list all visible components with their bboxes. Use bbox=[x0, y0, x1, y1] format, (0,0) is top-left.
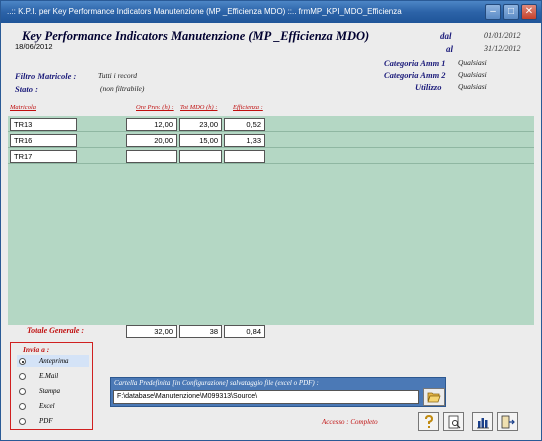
option-label: Stampa bbox=[39, 387, 60, 395]
maximize-button[interactable]: □ bbox=[503, 4, 519, 20]
filtro-matricole-label: Filtro Matricole : bbox=[15, 71, 77, 81]
bar-chart-icon bbox=[476, 417, 489, 428]
option-label: PDF bbox=[39, 417, 53, 425]
window-controls: – □ ✕ bbox=[485, 4, 537, 20]
open-folder-icon bbox=[427, 392, 441, 403]
table-row[interactable]: TR17 bbox=[8, 148, 534, 164]
table-row[interactable]: TR13 12,00 23,00 0,52 bbox=[8, 116, 534, 132]
title-bar: ..:: K.P.I. per Key Performance Indicato… bbox=[1, 1, 541, 23]
utilizzo-value: Qualsiasi bbox=[458, 82, 487, 91]
exit-button[interactable] bbox=[497, 412, 518, 431]
ore-prev-cell[interactable] bbox=[126, 150, 177, 163]
question-icon bbox=[424, 414, 433, 428]
totale-efficienza: 0,84 bbox=[224, 325, 265, 338]
column-header-ore-prev: Ore Prev. (h) : bbox=[136, 104, 174, 111]
preview-button[interactable] bbox=[443, 412, 464, 431]
radio-email[interactable] bbox=[19, 373, 26, 380]
categoria1-label: Categoria Amm 1 bbox=[384, 58, 446, 68]
option-excel[interactable]: Excel bbox=[17, 400, 89, 412]
categoria2-label: Categoria Amm 2 bbox=[384, 70, 446, 80]
ore-prev-cell[interactable]: 20,00 bbox=[126, 134, 177, 147]
app-window: ..:: K.P.I. per Key Performance Indicato… bbox=[0, 0, 542, 441]
ore-prev-cell[interactable]: 12,00 bbox=[126, 118, 177, 131]
radio-anteprima[interactable] bbox=[19, 358, 26, 365]
window-title: ..:: K.P.I. per Key Performance Indicato… bbox=[7, 7, 402, 16]
exit-door-icon bbox=[501, 415, 515, 428]
tot-mdo-cell[interactable]: 23,00 bbox=[179, 118, 222, 131]
option-label: E.Mail bbox=[39, 372, 59, 380]
stato-label: Stato : bbox=[15, 84, 38, 94]
matricola-cell[interactable]: TR13 bbox=[10, 118, 77, 131]
al-label: al bbox=[446, 44, 454, 54]
option-pdf[interactable]: PDF bbox=[17, 415, 89, 427]
matricola-cell[interactable]: TR17 bbox=[10, 150, 77, 163]
cartella-path-field[interactable]: F:\database\Manutenzione\M099313\Source\ bbox=[113, 390, 419, 404]
option-anteprima[interactable]: Anteprima bbox=[17, 355, 89, 367]
radio-stampa[interactable] bbox=[19, 388, 26, 395]
option-email[interactable]: E.Mail bbox=[17, 370, 89, 382]
efficienza-cell[interactable] bbox=[224, 150, 265, 163]
form-body: Key Performance Indicators Manutenzione … bbox=[3, 23, 539, 440]
accesso-status: Accesso : Completo bbox=[322, 418, 378, 426]
close-button[interactable]: ✕ bbox=[521, 4, 537, 20]
tot-mdo-cell[interactable]: 15,00 bbox=[179, 134, 222, 147]
column-header-efficienza: Efficienza : bbox=[233, 104, 263, 111]
matricola-cell[interactable]: TR16 bbox=[10, 134, 77, 147]
invia-a-title: Invia a : bbox=[23, 345, 50, 354]
cartella-predefinita-panel: Cartella Predefinita [in Configurazione]… bbox=[110, 377, 446, 407]
option-label: Anteprima bbox=[39, 357, 69, 365]
categoria1-value: Qualsiasi bbox=[458, 58, 487, 67]
minimize-button[interactable]: – bbox=[485, 4, 501, 20]
cartella-label: Cartella Predefinita [in Configurazione]… bbox=[114, 379, 319, 387]
print-preview-icon bbox=[448, 415, 460, 428]
option-label: Excel bbox=[39, 402, 55, 410]
chart-button[interactable] bbox=[472, 412, 493, 431]
categoria2-value: Qualsiasi bbox=[458, 70, 487, 79]
page-title: Key Performance Indicators Manutenzione … bbox=[22, 29, 370, 43]
records-grid[interactable]: TR13 12,00 23,00 0,52 TR16 20,00 15,00 1… bbox=[8, 116, 534, 325]
help-button[interactable] bbox=[418, 412, 439, 431]
dal-label: dal bbox=[440, 31, 452, 41]
tot-mdo-cell[interactable] bbox=[179, 150, 222, 163]
utilizzo-label: Utilizzo bbox=[415, 82, 442, 92]
dal-date: 01/01/2012 bbox=[484, 31, 521, 40]
invia-a-group: Invia a : Anteprima E.Mail Stampa Excel … bbox=[10, 342, 93, 430]
al-date: 31/12/2012 bbox=[484, 44, 521, 53]
table-row[interactable]: TR16 20,00 15,00 1,33 bbox=[8, 132, 534, 148]
efficienza-cell[interactable]: 0,52 bbox=[224, 118, 265, 131]
efficienza-cell[interactable]: 1,33 bbox=[224, 134, 265, 147]
radio-pdf[interactable] bbox=[19, 418, 26, 425]
column-header-tot-mdo: Tot MDO (h) : bbox=[180, 104, 218, 111]
stato-value: (non filtrabile) bbox=[100, 84, 145, 93]
report-date: 18/06/2012 bbox=[15, 42, 53, 51]
totale-generale-label: Totale Generale : bbox=[27, 326, 85, 335]
totale-ore-prev: 32,00 bbox=[126, 325, 177, 338]
totale-tot-mdo: 38 bbox=[179, 325, 222, 338]
column-header-matricola: Matricola bbox=[10, 104, 36, 111]
option-stampa[interactable]: Stampa bbox=[17, 385, 89, 397]
browse-folder-button[interactable] bbox=[423, 388, 445, 406]
radio-excel[interactable] bbox=[19, 403, 26, 410]
filtro-matricole-value: Tutti i record bbox=[98, 71, 138, 80]
